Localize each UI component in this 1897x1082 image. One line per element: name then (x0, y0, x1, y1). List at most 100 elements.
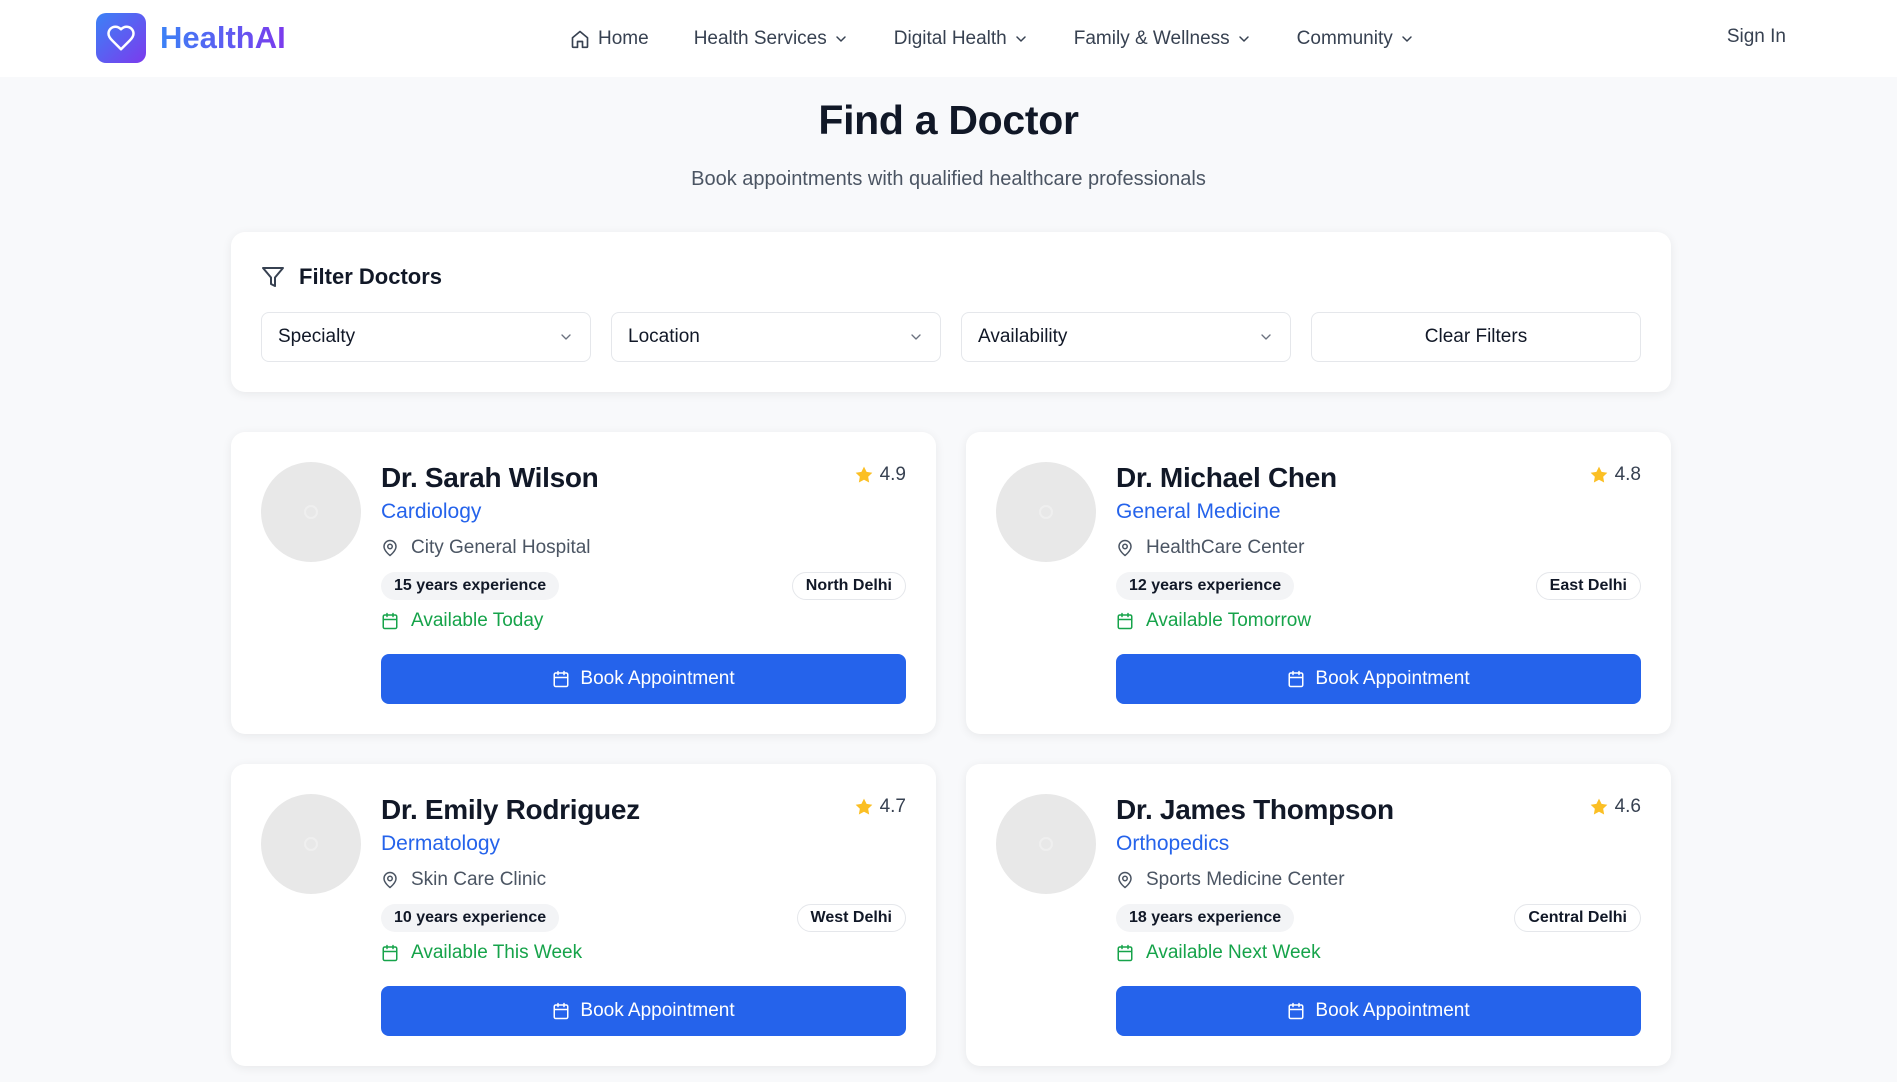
nav-health-services-label: Health Services (693, 27, 827, 49)
filter-controls: Specialty Location Availability Clear Fi… (261, 312, 1641, 362)
hospital-name: Skin Care Clinic (411, 869, 547, 890)
filter-header: Filter Doctors (261, 264, 442, 290)
doctor-rating: 4.7 (854, 796, 906, 818)
availability-status: Available Tomorrow (1116, 610, 1311, 632)
availability-select-value: Availability (978, 326, 1068, 347)
chevron-down-icon (1016, 35, 1026, 42)
nav-family-wellness-label: Family & Wellness (1073, 27, 1230, 49)
book-appointment-button[interactable]: Book Appointment (381, 654, 906, 704)
doctor-specialty: General Medicine (1116, 500, 1281, 523)
area-badge: Central Delhi (1514, 904, 1641, 932)
availability-status: Available This Week (381, 942, 582, 964)
filter-icon (262, 267, 284, 287)
area-badge: East Delhi (1535, 572, 1641, 600)
calendar-icon (1117, 944, 1133, 962)
calendar-icon (553, 1002, 569, 1020)
chevron-down-icon (1238, 35, 1249, 42)
nav-digital-health-label: Digital Health (893, 27, 1007, 49)
book-appointment-button[interactable]: Book Appointment (1116, 654, 1641, 704)
calendar-icon (1117, 612, 1133, 630)
doctor-specialty: Orthopedics (1116, 832, 1230, 855)
nav-community-label: Community (1296, 27, 1393, 49)
doctor-rating: 4.8 (1589, 464, 1641, 486)
page-subtitle: Book appointments with qualified healthc… (691, 168, 1206, 190)
star-icon (855, 466, 872, 483)
map-pin-icon (1118, 871, 1132, 889)
chevron-down-icon (911, 334, 921, 340)
calendar-icon (382, 612, 398, 630)
calendar-icon (382, 944, 398, 962)
nav-digital-health[interactable]: Digital Health (894, 28, 1029, 50)
doctor-name: Dr. Sarah Wilson (381, 462, 599, 493)
star-icon (855, 798, 872, 815)
book-appointment-label: Book Appointment (580, 668, 735, 689)
area-badge: West Delhi (796, 904, 906, 932)
nav-health-services[interactable]: Health Services (694, 28, 849, 50)
star-icon (1590, 466, 1607, 483)
filter-panel: Filter Doctors Specialty Location Availa… (231, 232, 1671, 392)
availability-text: Available Tomorrow (1146, 610, 1312, 631)
specialty-select-value: Specialty (278, 326, 356, 347)
avatar (261, 462, 361, 562)
brand-name: HealthAI (160, 20, 286, 55)
nav-family-wellness[interactable]: Family & Wellness (1074, 28, 1252, 50)
availability-text: Available This Week (411, 942, 583, 963)
book-appointment-label: Book Appointment (580, 1000, 735, 1021)
doctor-hospital: City General Hospital (381, 537, 591, 559)
doctor-name: Dr. Emily Rodriguez (381, 794, 640, 825)
experience-badge: 10 years experience (381, 904, 560, 932)
brand[interactable]: HealthAI (96, 13, 286, 63)
rating-value: 4.6 (1614, 796, 1641, 817)
avatar (261, 794, 361, 894)
doctor-rating: 4.6 (1589, 796, 1641, 818)
book-appointment-label: Book Appointment (1315, 668, 1470, 689)
top-navbar: HealthAI Home Health Services Digital He… (0, 0, 1897, 77)
availability-status: Available Next Week (1116, 942, 1321, 964)
avatar-placeholder-icon (1039, 837, 1053, 851)
clear-filters-button[interactable]: Clear Filters (1311, 312, 1641, 362)
doctor-rating: 4.9 (854, 464, 906, 486)
avatar-placeholder-icon (304, 505, 318, 519)
chevron-down-icon (1402, 35, 1412, 42)
doctor-hospital: Sports Medicine Center (1116, 869, 1345, 891)
sign-in-link[interactable]: Sign In (1727, 26, 1786, 48)
nav-home-label: Home (598, 27, 649, 49)
doctor-card: Dr. Sarah Wilson Cardiology 4.9 City Gen… (231, 432, 936, 734)
experience-badge: 15 years experience (381, 572, 560, 600)
calendar-icon (553, 670, 569, 688)
avatar-placeholder-icon (304, 837, 318, 851)
star-icon (1590, 798, 1607, 815)
doctor-specialty: Cardiology (381, 500, 482, 523)
hospital-name: HealthCare Center (1146, 537, 1305, 558)
availability-select[interactable]: Availability (961, 312, 1291, 362)
filter-title: Filter Doctors (299, 264, 443, 289)
doctor-card: Dr. Emily Rodriguez Dermatology 4.7 Skin… (231, 764, 936, 1066)
avatar (996, 794, 1096, 894)
book-appointment-button[interactable]: Book Appointment (381, 986, 906, 1036)
location-select-value: Location (628, 326, 700, 347)
book-appointment-button[interactable]: Book Appointment (1116, 986, 1641, 1036)
rating-value: 4.8 (1614, 464, 1641, 485)
specialty-select[interactable]: Specialty (261, 312, 591, 362)
availability-text: Available Next Week (1146, 942, 1321, 963)
page-title: Find a Doctor (818, 97, 1079, 143)
map-pin-icon (383, 871, 397, 889)
doctor-hospital: HealthCare Center (1116, 537, 1304, 559)
doctor-hospital: Skin Care Clinic (381, 869, 546, 891)
heart-icon (96, 13, 146, 63)
experience-badge: 12 years experience (1116, 572, 1295, 600)
home-icon (571, 30, 589, 48)
avatar-placeholder-icon (1039, 505, 1053, 519)
nav-home[interactable]: Home (570, 28, 649, 50)
hospital-name: City General Hospital (411, 537, 591, 558)
doctor-name: Dr. Michael Chen (1116, 462, 1337, 493)
experience-badge: 18 years experience (1116, 904, 1295, 932)
chevron-down-icon (561, 334, 571, 340)
area-badge: North Delhi (791, 572, 906, 600)
location-select[interactable]: Location (611, 312, 941, 362)
availability-text: Available Today (411, 610, 544, 631)
hospital-name: Sports Medicine Center (1146, 869, 1345, 890)
calendar-icon (1288, 1002, 1304, 1020)
nav-links: Home Health Services Digital Health Fami… (570, 0, 1460, 77)
nav-community[interactable]: Community (1297, 28, 1415, 50)
